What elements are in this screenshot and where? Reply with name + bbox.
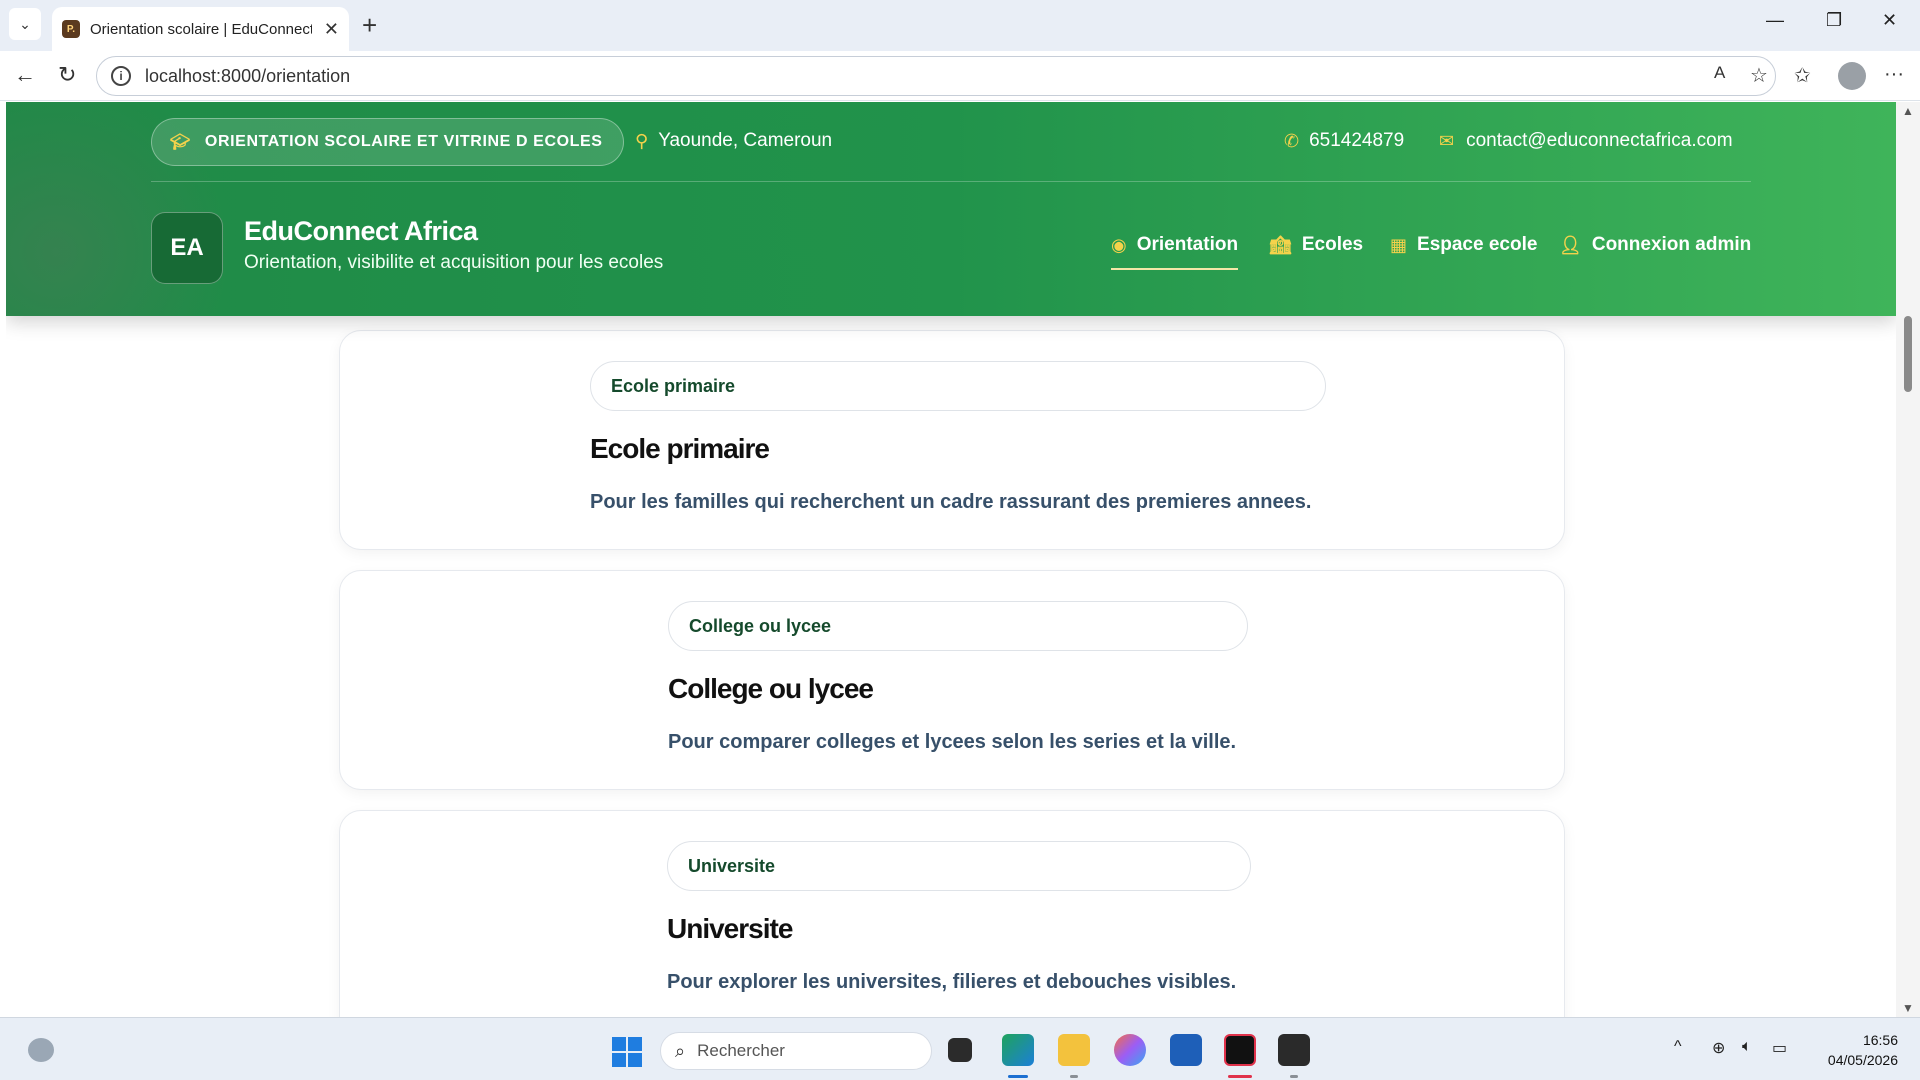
tab-close-icon[interactable]: ✕ (324, 19, 339, 40)
location: ⚲ Yaounde, Cameroun (635, 130, 832, 152)
card-description: Pour explorer les universites, filieres … (667, 971, 1237, 993)
scroll-down-icon[interactable]: ▼ (1902, 1001, 1914, 1015)
pill-label: ORIENTATION SCOLAIRE ET VITRINE D ECOLES (204, 133, 603, 150)
edge-browser-icon[interactable] (1002, 1034, 1034, 1066)
taskbar-search-placeholder: Rechercher (697, 1041, 785, 1060)
orientation-pill: 🎓︎ ORIENTATION SCOLAIRE ET VITRINE D ECO… (151, 118, 624, 166)
edge-active-indicator (1008, 1075, 1028, 1078)
address-bar[interactable]: i localhost:8000/orientation (96, 56, 1776, 96)
tray-overflow-chevron-icon[interactable]: ^ (1674, 1038, 1682, 1056)
email-contact[interactable]: ✉ contact@educonnectafrica.com (1439, 130, 1733, 152)
restore-icon[interactable]: ❐ (1826, 10, 1842, 31)
phone-text: 651424879 (1309, 130, 1405, 151)
store-icon[interactable] (1170, 1034, 1202, 1066)
scroll-thumb[interactable] (1904, 316, 1912, 392)
brand-logo[interactable]: EA (151, 212, 223, 284)
map-pin-icon: ⚲ (635, 130, 649, 151)
orientation-card-primary[interactable]: Ecole primaire Ecole primaire Pour les f… (339, 330, 1565, 550)
nav-ecoles[interactable]: 🏫︎ Ecoles (1269, 234, 1363, 256)
terminal-icon[interactable] (1278, 1034, 1310, 1066)
site-header: 🎓︎ ORIENTATION SCOLAIRE ET VITRINE D ECO… (6, 102, 1896, 316)
page-viewport: Ecole primaire Ecole primaire Pour les f… (6, 102, 1896, 1017)
scroll-up-icon[interactable]: ▲ (1902, 104, 1914, 118)
card-chip: Universite (667, 841, 1251, 891)
orientation-card-university[interactable]: Universite Universite Pour explorer les … (339, 810, 1565, 1017)
building-icon: ▦ (1390, 234, 1408, 255)
card-description: Pour comparer colleges et lycees selon l… (668, 731, 1237, 753)
location-text: Yaounde, Cameroun (658, 130, 833, 151)
graduation-cap-icon: 🎓︎ (170, 134, 191, 151)
tab-title: Orientation scolaire | EduConnect (90, 20, 312, 38)
browser-toolbar: ← ↻ i localhost:8000/orientation A ☆ ✩ ·… (0, 51, 1920, 101)
header-top-strip: 🎓︎ ORIENTATION SCOLAIRE ET VITRINE D ECO… (151, 118, 1751, 182)
system-clock[interactable]: 16:56 04/05/2026 (1812, 1030, 1898, 1070)
page-scrollbar[interactable]: ▲ ▼ (1896, 102, 1920, 1017)
clock-time: 16:56 (1862, 1032, 1898, 1048)
browser-tab[interactable]: P. Orientation scolaire | EduConnect ✕ (52, 7, 349, 51)
profile-avatar[interactable] (1838, 62, 1866, 90)
task-view-icon[interactable] (948, 1038, 972, 1062)
jetbrains-ide-icon[interactable] (1224, 1034, 1256, 1066)
tab-favicon-icon: P. (62, 20, 80, 38)
favorite-star-icon[interactable]: ☆ (1750, 63, 1768, 88)
terminal-indicator (1290, 1075, 1298, 1078)
site-info-icon[interactable]: i (111, 66, 131, 86)
nav-connexion-admin[interactable]: 👤︎ Connexion admin (1559, 234, 1751, 256)
address-url[interactable]: localhost:8000/orientation (145, 66, 350, 87)
network-icon[interactable]: ⊕ (1712, 1038, 1725, 1058)
orientation-card-college[interactable]: College ou lycee College ou lycee Pour c… (339, 570, 1565, 790)
card-description: Pour les familles qui recherchent un cad… (590, 491, 1312, 513)
nav-label: Connexion admin (1591, 234, 1752, 255)
start-icon[interactable] (612, 1037, 642, 1067)
tab-actions-menu-icon[interactable]: ⌄ (9, 8, 41, 40)
weather-icon[interactable] (28, 1038, 54, 1062)
browser-tab-strip: ⌄ P. Orientation scolaire | EduConnect ✕… (0, 0, 1920, 51)
card-title: Ecole primaire (590, 433, 770, 464)
clock-date: 04/05/2026 (1827, 1052, 1898, 1068)
more-menu-icon[interactable]: ··· (1884, 63, 1904, 86)
volume-icon[interactable]: 🔈︎ (1742, 1038, 1752, 1056)
card-title: Universite (667, 913, 793, 944)
battery-icon[interactable]: ▭ (1772, 1038, 1787, 1058)
brand-name[interactable]: EduConnect Africa (244, 216, 478, 247)
copilot-icon[interactable] (1114, 1034, 1146, 1066)
nav-active-indicator (1111, 268, 1239, 270)
user-lock-icon: 👤︎ (1559, 234, 1582, 255)
back-icon[interactable]: ← (14, 63, 36, 87)
email-text: contact@educonnectafrica.com (1466, 130, 1733, 151)
brand-tagline: Orientation, visibilite et acquisition p… (244, 252, 664, 273)
phone-icon: ✆ (1284, 130, 1300, 151)
nav-label: Orientation (1136, 234, 1239, 255)
search-icon: ⌕ (675, 1040, 686, 1061)
nav-espace-ecole[interactable]: ▦ Espace ecole (1390, 234, 1537, 256)
compass-icon: ◉ (1111, 234, 1127, 255)
new-tab-icon[interactable]: + (362, 10, 377, 40)
nav-label: Espace ecole (1417, 234, 1538, 255)
explorer-indicator (1070, 1075, 1078, 1078)
school-icon: 🏫︎ (1269, 234, 1292, 255)
reload-icon[interactable]: ↻ (58, 63, 76, 87)
close-window-icon[interactable]: ✕ (1882, 10, 1897, 31)
file-explorer-icon[interactable] (1058, 1034, 1090, 1066)
card-title: College ou lycee (668, 673, 874, 704)
ide-active-indicator (1228, 1075, 1252, 1078)
nav-label: Ecoles (1301, 234, 1364, 255)
favorites-list-icon[interactable]: ✩ (1794, 63, 1811, 88)
phone-contact[interactable]: ✆ 651424879 (1284, 130, 1404, 152)
taskbar-search[interactable]: ⌕ Rechercher (660, 1032, 932, 1070)
envelope-icon: ✉ (1439, 130, 1455, 151)
minimize-icon[interactable]: — (1766, 10, 1784, 31)
nav-orientation[interactable]: ◉ Orientation (1111, 234, 1239, 270)
taskbar: ⌕ Rechercher ^ ⊕ 🔈︎ ▭ 16:56 04/05/2026 (0, 1017, 1920, 1080)
card-chip: College ou lycee (668, 601, 1248, 651)
card-chip: Ecole primaire (590, 361, 1326, 411)
read-aloud-icon[interactable]: A (1714, 63, 1725, 83)
